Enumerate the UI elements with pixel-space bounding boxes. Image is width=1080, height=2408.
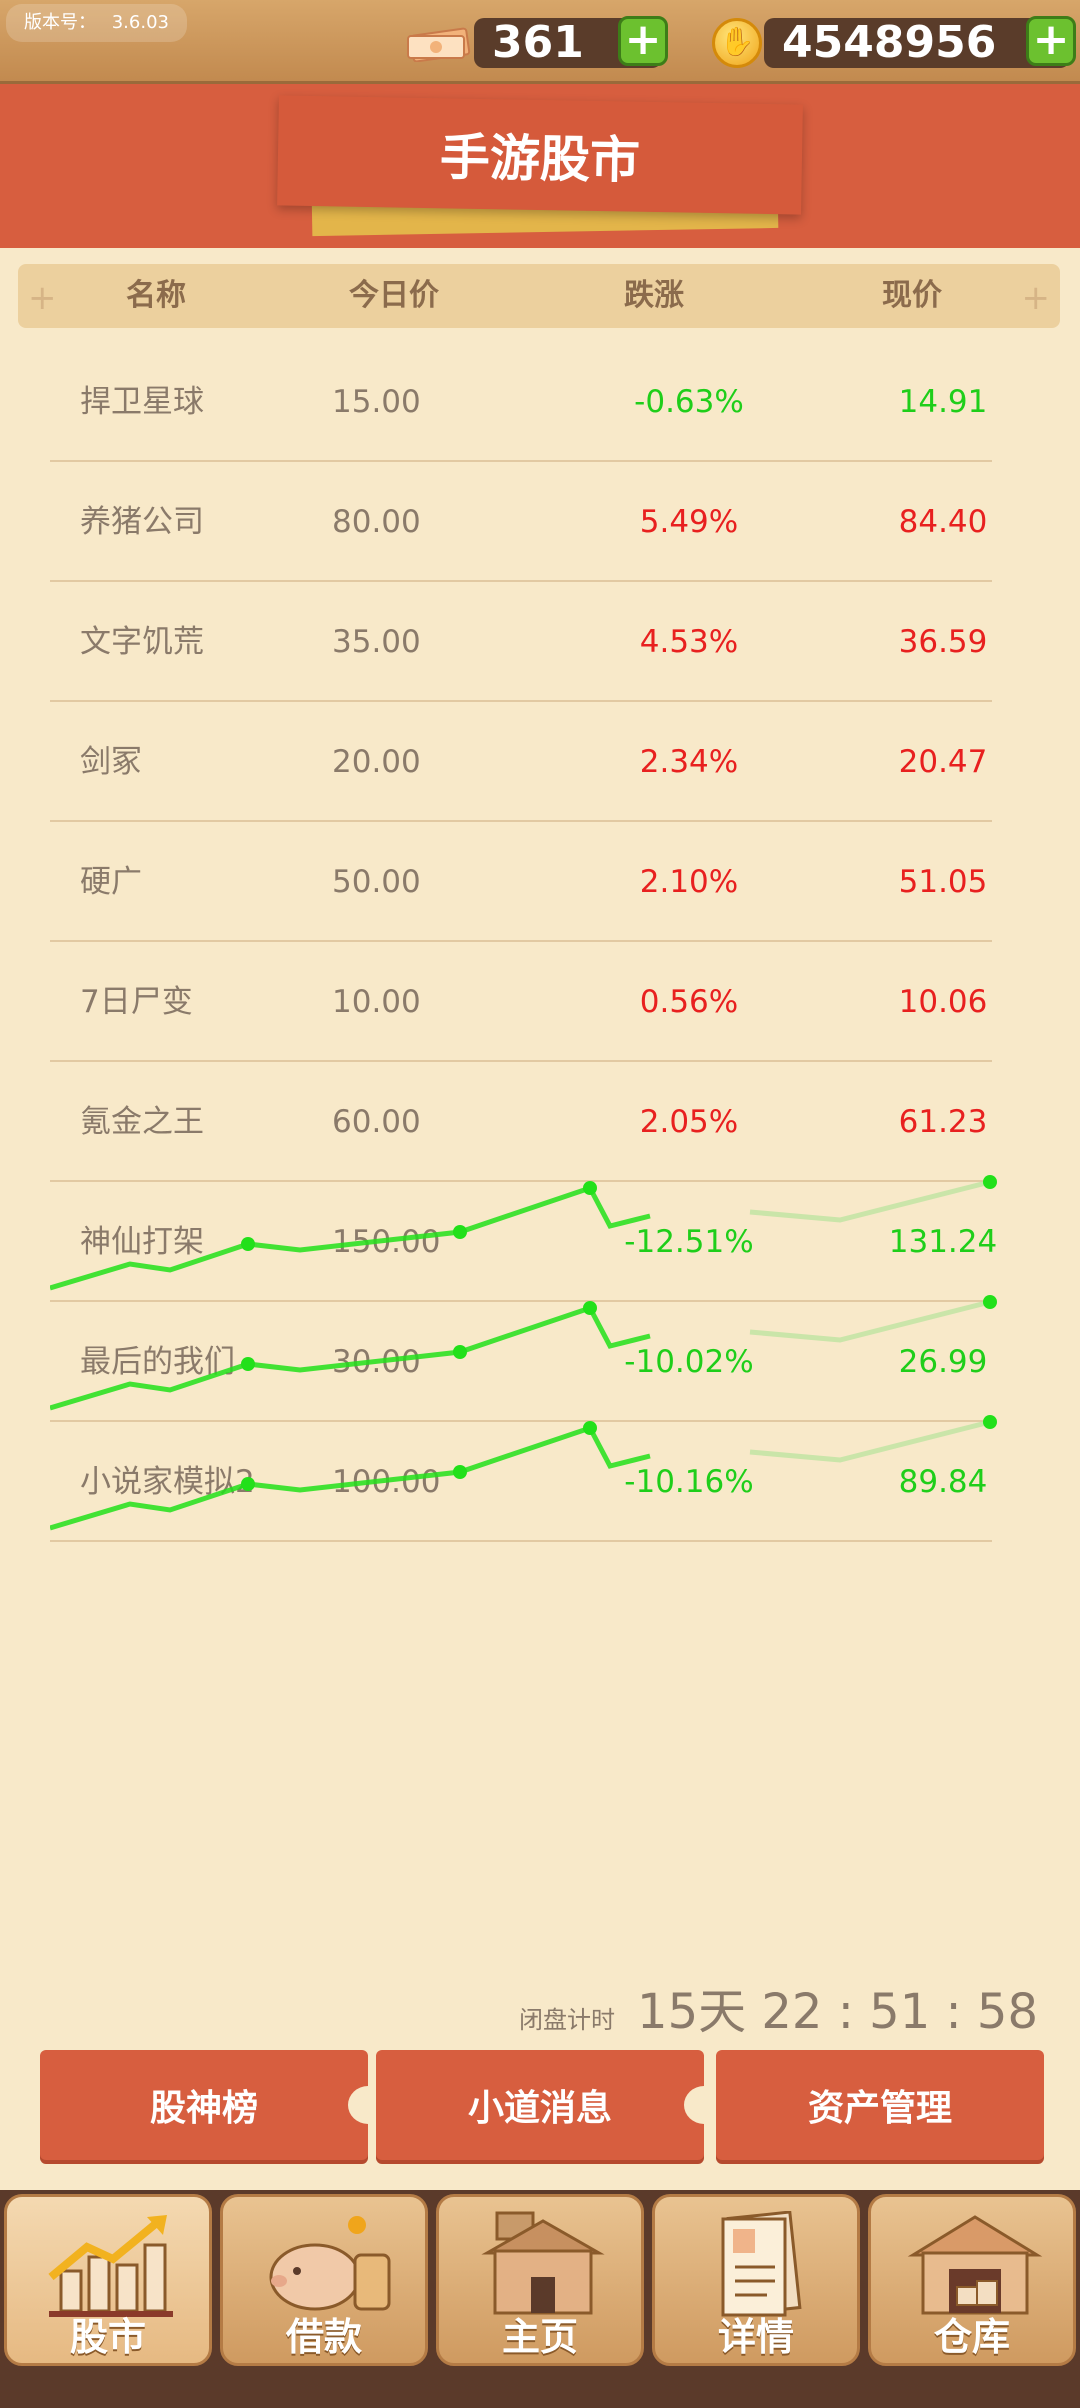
version-number: 3.6.03 <box>111 12 169 33</box>
stock-change: -10.02% <box>624 1344 754 1380</box>
stock-change: -0.63% <box>634 384 744 420</box>
stock-change: 5.49% <box>639 504 739 540</box>
table-row[interactable]: 最后的我们 30.00 -10.02% 26.99 <box>50 1302 992 1422</box>
header-current-price: 现价 <box>882 278 942 313</box>
stock-today-price: 100.00 <box>332 1464 441 1500</box>
header-name: 名称 <box>126 278 186 313</box>
stock-current-price: 36.59 <box>898 624 988 660</box>
stock-today-price: 60.00 <box>332 1104 421 1140</box>
coin-counter: 4548956 + <box>764 16 1076 68</box>
stock-name: 养猪公司 <box>80 504 204 540</box>
stock-current-price: 10.06 <box>898 984 988 1020</box>
table-row[interactable]: 文字饥荒 35.00 4.53% 36.59 <box>50 582 992 702</box>
countdown-label: 闭盘计时 <box>519 2006 616 2034</box>
stock-name: 小说家模拟2 <box>80 1464 255 1500</box>
countdown-time: 15天 22 : 51 : 58 <box>637 1984 1038 2040</box>
stock-today-price: 30.00 <box>332 1344 421 1380</box>
stock-change: 2.34% <box>639 744 739 780</box>
stock-today-price: 15.00 <box>332 384 421 420</box>
table-row[interactable]: 小说家模拟2 100.00 -10.16% 89.84 <box>50 1422 992 1542</box>
stock-change: 2.10% <box>639 864 739 900</box>
stock-name: 捍卫星球 <box>80 384 204 420</box>
asset-management-button[interactable]: 资产管理 <box>716 2050 1044 2160</box>
nav-tab-home[interactable]: 主页 <box>436 2194 644 2366</box>
piggy-bank-icon <box>269 2216 391 2311</box>
cash-counter: 361 + <box>474 16 668 68</box>
title-band: 手游股市 <box>0 84 1080 248</box>
nav-tab-warehouse[interactable]: 仓库 <box>868 2194 1076 2366</box>
stock-list: 捍卫星球 15.00 -0.63% 14.91 养猪公司 80.00 5.49% 84.40 文… <box>0 342 1080 1542</box>
stock-today-price: 20.00 <box>332 744 421 780</box>
stock-current-price: 14.91 <box>898 384 988 420</box>
stock-name: 神仙打架 <box>80 1224 204 1260</box>
nav-tab-label: 借款 <box>285 2315 362 2359</box>
nav-tab-label: 详情 <box>717 2315 794 2359</box>
stock-current-price: 89.84 <box>898 1464 988 1500</box>
nav-tab-label: 股市 <box>69 2315 146 2359</box>
stock-change: 0.56% <box>639 984 739 1020</box>
resource-bar: 版本号： 3.6.03 361 + ✋ 4548956 + <box>0 0 1080 84</box>
stock-change: -10.16% <box>624 1464 754 1500</box>
version-label-text: 版本号： <box>24 12 96 33</box>
leaderboard-button[interactable]: 股神榜 <box>40 2050 368 2160</box>
action-buttons: 股神榜 小道消息 资产管理 <box>40 2050 1044 2160</box>
plus-ornament-icon: + <box>1021 278 1051 318</box>
stock-current-price: 61.23 <box>898 1104 988 1140</box>
stock-name: 7日尸变 <box>80 984 193 1020</box>
table-row[interactable]: 养猪公司 80.00 5.49% 84.40 <box>50 462 992 582</box>
plus-ornament-icon: + <box>28 278 57 318</box>
house-icon <box>481 2211 605 2315</box>
stock-name: 硬广 <box>80 864 142 900</box>
stock-name: 氪金之王 <box>80 1104 204 1140</box>
nav-tab-label: 仓库 <box>933 2315 1010 2359</box>
coin-value: 4548956 <box>782 17 997 68</box>
stock-name: 文字饥荒 <box>80 624 204 660</box>
add-coin-button[interactable]: + <box>1026 16 1076 66</box>
cash-icon <box>407 27 471 62</box>
header-change: 跌涨 <box>624 278 684 313</box>
add-cash-button[interactable]: + <box>618 16 668 66</box>
nav-tab-stock[interactable]: 股市 <box>4 2194 212 2366</box>
table-row[interactable]: 剑冢 20.00 2.34% 20.47 <box>50 702 992 822</box>
stock-today-price: 35.00 <box>332 624 421 660</box>
insider-news-button[interactable]: 小道消息 <box>376 2050 704 2160</box>
page-title: 手游股市 <box>277 95 803 215</box>
coin-icon: ✋ <box>712 18 762 68</box>
stock-current-price: 26.99 <box>898 1344 988 1380</box>
stock-change: 2.05% <box>639 1104 739 1140</box>
stock-current-price: 20.47 <box>898 744 988 780</box>
cash-value: 361 <box>492 17 584 68</box>
table-row[interactable]: 7日尸变 10.00 0.56% 10.06 <box>50 942 992 1062</box>
bottom-nav: 股市 借款 主页 详情 仓库 <box>0 2190 1080 2408</box>
stock-change: -12.51% <box>624 1224 754 1260</box>
document-icon <box>721 2211 802 2317</box>
version-label: 版本号： 3.6.03 <box>6 4 187 42</box>
table-row[interactable]: 氪金之王 60.00 2.05% 61.23 <box>50 1062 992 1182</box>
stock-change: 4.53% <box>639 624 739 660</box>
table-row[interactable]: 捍卫星球 15.00 -0.63% 14.91 <box>50 342 992 462</box>
stock-current-price: 51.05 <box>898 864 988 900</box>
stock-current-price: 84.40 <box>898 504 988 540</box>
stock-name: 最后的我们 <box>80 1344 235 1380</box>
nav-tab-loan[interactable]: 借款 <box>220 2194 428 2366</box>
market-countdown: 闭盘计时 15天 22 : 51 : 58 <box>519 1972 1038 2042</box>
nav-tab-label: 主页 <box>501 2315 578 2359</box>
stock-today-price: 10.00 <box>332 984 421 1020</box>
header-today-price: 今日价 <box>349 278 439 313</box>
stock-today-price: 80.00 <box>332 504 421 540</box>
stock-today-price: 50.00 <box>332 864 421 900</box>
table-row[interactable]: 神仙打架 150.00 -12.51% 131.24 <box>50 1182 997 1302</box>
stock-today-price: 150.00 <box>332 1224 441 1260</box>
warehouse-icon <box>907 2215 1043 2315</box>
nav-tab-details[interactable]: 详情 <box>652 2194 860 2366</box>
stock-name: 剑冢 <box>80 744 142 780</box>
stock-chart-icon <box>48 2215 173 2317</box>
table-row[interactable]: 硬广 50.00 2.10% 51.05 <box>50 822 992 942</box>
stock-current-price: 131.24 <box>888 1224 998 1260</box>
table-header: + 名称 今日价 跌涨 现价 + <box>18 264 1060 328</box>
